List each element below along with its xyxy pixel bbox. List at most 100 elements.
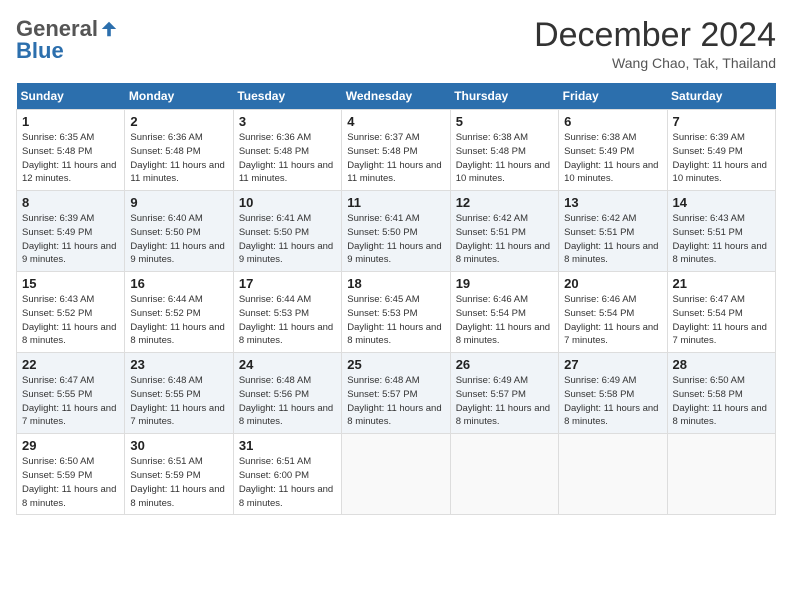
week-row-1: 1 Sunrise: 6:35 AM Sunset: 5:48 PM Dayli… [17,110,776,191]
day-info: Sunrise: 6:44 AM Sunset: 5:53 PM Dayligh… [239,293,336,348]
day-number: 6 [564,114,661,129]
day-number: 3 [239,114,336,129]
day-number: 30 [130,438,227,453]
day-info: Sunrise: 6:48 AM Sunset: 5:56 PM Dayligh… [239,374,336,429]
title-block: December 2024 Wang Chao, Tak, Thailand [534,16,776,71]
day-cell: 22 Sunrise: 6:47 AM Sunset: 5:55 PM Dayl… [17,353,125,434]
day-info: Sunrise: 6:45 AM Sunset: 5:53 PM Dayligh… [347,293,444,348]
month-title: December 2024 [534,16,776,55]
day-cell: 21 Sunrise: 6:47 AM Sunset: 5:54 PM Dayl… [667,272,775,353]
day-cell: 23 Sunrise: 6:48 AM Sunset: 5:55 PM Dayl… [125,353,233,434]
day-cell: 12 Sunrise: 6:42 AM Sunset: 5:51 PM Dayl… [450,191,558,272]
day-number: 11 [347,195,444,210]
day-info: Sunrise: 6:50 AM Sunset: 5:59 PM Dayligh… [22,455,119,510]
day-info: Sunrise: 6:39 AM Sunset: 5:49 PM Dayligh… [673,131,770,186]
day-cell [450,434,558,515]
week-row-3: 15 Sunrise: 6:43 AM Sunset: 5:52 PM Dayl… [17,272,776,353]
day-cell: 11 Sunrise: 6:41 AM Sunset: 5:50 PM Dayl… [342,191,450,272]
day-number: 9 [130,195,227,210]
day-number: 24 [239,357,336,372]
day-info: Sunrise: 6:36 AM Sunset: 5:48 PM Dayligh… [239,131,336,186]
day-info: Sunrise: 6:44 AM Sunset: 5:52 PM Dayligh… [130,293,227,348]
day-number: 23 [130,357,227,372]
day-number: 29 [22,438,119,453]
day-info: Sunrise: 6:49 AM Sunset: 5:58 PM Dayligh… [564,374,661,429]
day-cell: 15 Sunrise: 6:43 AM Sunset: 5:52 PM Dayl… [17,272,125,353]
day-number: 20 [564,276,661,291]
logo-icon [100,20,118,38]
day-info: Sunrise: 6:48 AM Sunset: 5:57 PM Dayligh… [347,374,444,429]
day-cell: 4 Sunrise: 6:37 AM Sunset: 5:48 PM Dayli… [342,110,450,191]
day-number: 22 [22,357,119,372]
day-number: 26 [456,357,553,372]
header-cell-friday: Friday [559,83,667,110]
day-cell: 10 Sunrise: 6:41 AM Sunset: 5:50 PM Dayl… [233,191,341,272]
day-info: Sunrise: 6:50 AM Sunset: 5:58 PM Dayligh… [673,374,770,429]
day-info: Sunrise: 6:43 AM Sunset: 5:51 PM Dayligh… [673,212,770,267]
day-number: 10 [239,195,336,210]
day-number: 27 [564,357,661,372]
day-cell: 19 Sunrise: 6:46 AM Sunset: 5:54 PM Dayl… [450,272,558,353]
logo: General Blue [16,16,118,64]
day-info: Sunrise: 6:35 AM Sunset: 5:48 PM Dayligh… [22,131,119,186]
day-cell: 3 Sunrise: 6:36 AM Sunset: 5:48 PM Dayli… [233,110,341,191]
logo-blue-text: Blue [16,38,64,64]
day-cell: 26 Sunrise: 6:49 AM Sunset: 5:57 PM Dayl… [450,353,558,434]
day-info: Sunrise: 6:41 AM Sunset: 5:50 PM Dayligh… [347,212,444,267]
day-cell: 1 Sunrise: 6:35 AM Sunset: 5:48 PM Dayli… [17,110,125,191]
week-row-4: 22 Sunrise: 6:47 AM Sunset: 5:55 PM Dayl… [17,353,776,434]
day-number: 5 [456,114,553,129]
day-info: Sunrise: 6:42 AM Sunset: 5:51 PM Dayligh… [564,212,661,267]
day-info: Sunrise: 6:41 AM Sunset: 5:50 PM Dayligh… [239,212,336,267]
day-info: Sunrise: 6:49 AM Sunset: 5:57 PM Dayligh… [456,374,553,429]
day-cell: 30 Sunrise: 6:51 AM Sunset: 5:59 PM Dayl… [125,434,233,515]
day-number: 25 [347,357,444,372]
day-cell: 24 Sunrise: 6:48 AM Sunset: 5:56 PM Dayl… [233,353,341,434]
day-number: 17 [239,276,336,291]
day-cell: 14 Sunrise: 6:43 AM Sunset: 5:51 PM Dayl… [667,191,775,272]
day-info: Sunrise: 6:38 AM Sunset: 5:48 PM Dayligh… [456,131,553,186]
day-cell: 18 Sunrise: 6:45 AM Sunset: 5:53 PM Dayl… [342,272,450,353]
day-number: 16 [130,276,227,291]
day-info: Sunrise: 6:51 AM Sunset: 6:00 PM Dayligh… [239,455,336,510]
day-number: 18 [347,276,444,291]
day-number: 19 [456,276,553,291]
day-number: 28 [673,357,770,372]
day-cell: 5 Sunrise: 6:38 AM Sunset: 5:48 PM Dayli… [450,110,558,191]
location-title: Wang Chao, Tak, Thailand [534,55,776,71]
day-cell: 16 Sunrise: 6:44 AM Sunset: 5:52 PM Dayl… [125,272,233,353]
day-info: Sunrise: 6:48 AM Sunset: 5:55 PM Dayligh… [130,374,227,429]
day-cell [667,434,775,515]
day-info: Sunrise: 6:36 AM Sunset: 5:48 PM Dayligh… [130,131,227,186]
header-cell-thursday: Thursday [450,83,558,110]
day-cell: 28 Sunrise: 6:50 AM Sunset: 5:58 PM Dayl… [667,353,775,434]
header-cell-sunday: Sunday [17,83,125,110]
day-number: 13 [564,195,661,210]
day-number: 14 [673,195,770,210]
day-info: Sunrise: 6:39 AM Sunset: 5:49 PM Dayligh… [22,212,119,267]
day-info: Sunrise: 6:51 AM Sunset: 5:59 PM Dayligh… [130,455,227,510]
day-info: Sunrise: 6:47 AM Sunset: 5:54 PM Dayligh… [673,293,770,348]
day-info: Sunrise: 6:47 AM Sunset: 5:55 PM Dayligh… [22,374,119,429]
day-info: Sunrise: 6:43 AM Sunset: 5:52 PM Dayligh… [22,293,119,348]
day-cell: 7 Sunrise: 6:39 AM Sunset: 5:49 PM Dayli… [667,110,775,191]
day-info: Sunrise: 6:46 AM Sunset: 5:54 PM Dayligh… [456,293,553,348]
header-row: SundayMondayTuesdayWednesdayThursdayFrid… [17,83,776,110]
day-cell [342,434,450,515]
day-number: 15 [22,276,119,291]
day-number: 21 [673,276,770,291]
day-cell: 25 Sunrise: 6:48 AM Sunset: 5:57 PM Dayl… [342,353,450,434]
calendar-table: SundayMondayTuesdayWednesdayThursdayFrid… [16,83,776,515]
day-number: 4 [347,114,444,129]
page-header: General Blue December 2024 Wang Chao, Ta… [16,16,776,71]
day-number: 12 [456,195,553,210]
day-number: 2 [130,114,227,129]
day-number: 7 [673,114,770,129]
header-cell-saturday: Saturday [667,83,775,110]
day-cell: 29 Sunrise: 6:50 AM Sunset: 5:59 PM Dayl… [17,434,125,515]
header-cell-monday: Monday [125,83,233,110]
day-cell [559,434,667,515]
day-info: Sunrise: 6:46 AM Sunset: 5:54 PM Dayligh… [564,293,661,348]
day-cell: 6 Sunrise: 6:38 AM Sunset: 5:49 PM Dayli… [559,110,667,191]
day-cell: 13 Sunrise: 6:42 AM Sunset: 5:51 PM Dayl… [559,191,667,272]
